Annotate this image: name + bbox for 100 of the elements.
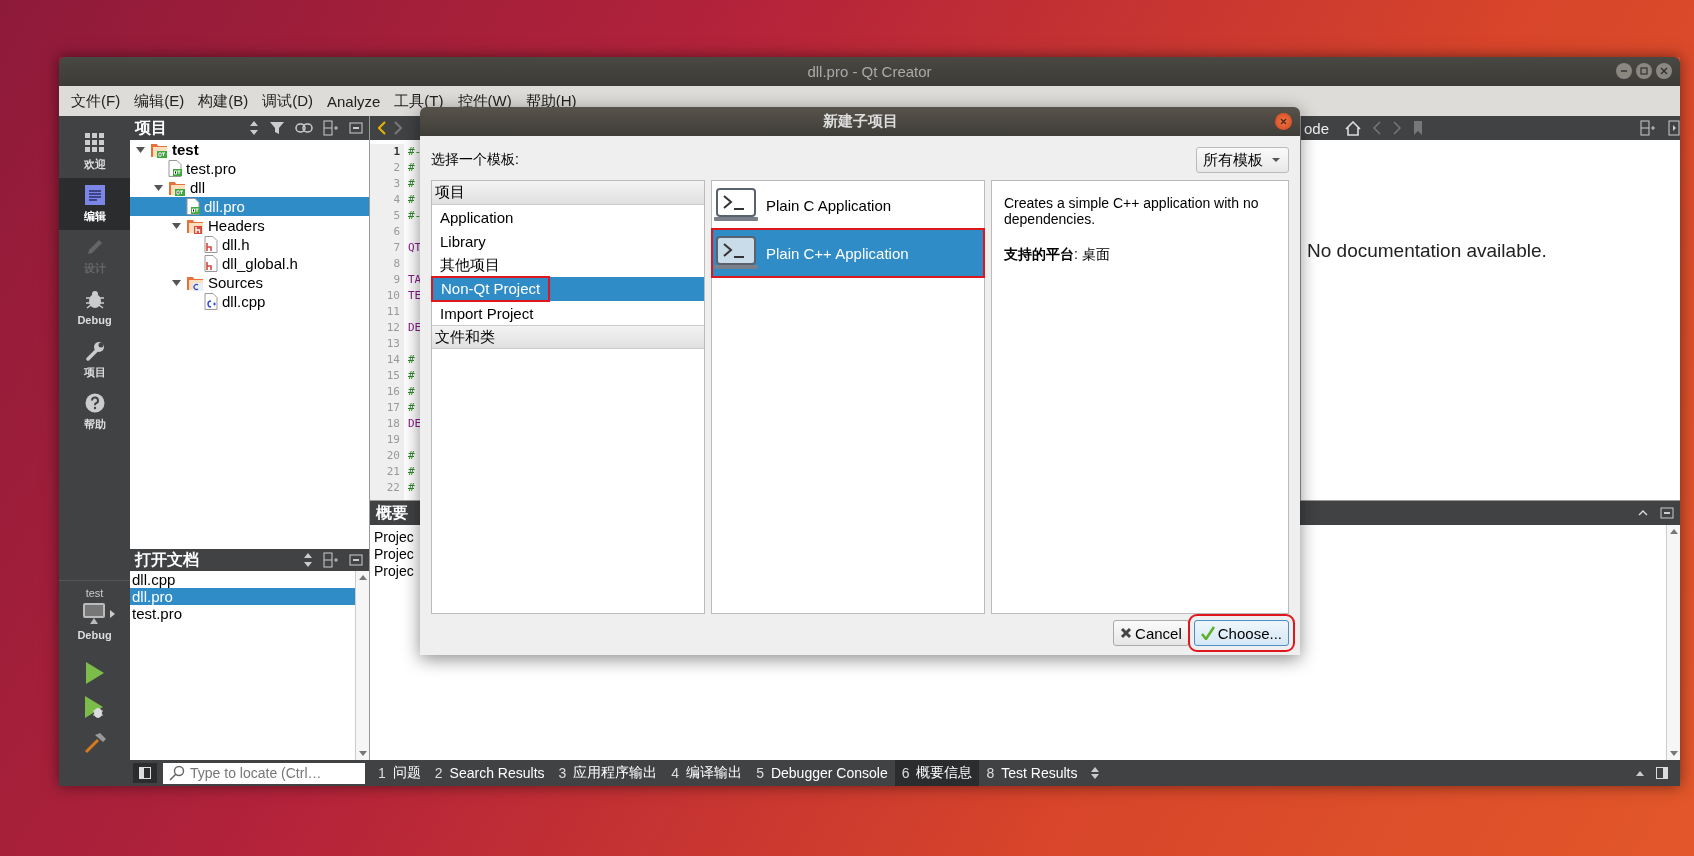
menu-item[interactable]: 控件(W): [450, 89, 519, 113]
code-text: DE: [408, 321, 422, 334]
line-number: 10: [385, 288, 400, 304]
tree-item[interactable]: dll.cpp: [130, 292, 369, 311]
tree-item[interactable]: dll.pro: [130, 197, 369, 216]
build-button[interactable]: [83, 732, 106, 754]
document-item[interactable]: dll.pro: [130, 588, 355, 605]
caret-up-icon: [1638, 510, 1648, 516]
sidebar-icon: [139, 767, 151, 779]
close-sidebar-button[interactable]: [1668, 120, 1680, 136]
template-item[interactable]: Plain C Application: [712, 181, 984, 229]
caret-icon: [1272, 158, 1280, 162]
line-number: 19: [385, 432, 400, 448]
locator-field[interactable]: Type to locate (Ctrl…: [163, 762, 365, 784]
tree-item[interactable]: Headers: [130, 216, 369, 235]
tree-item[interactable]: test.pro: [130, 159, 369, 178]
output-tab[interactable]: 2 Search Results: [427, 760, 552, 786]
sort-icon: [303, 552, 313, 568]
mode-button[interactable]: 编辑: [59, 178, 130, 230]
menu-item[interactable]: Analyze: [320, 90, 388, 112]
folder-icon: [186, 274, 204, 291]
mode-button[interactable]: 项目: [59, 334, 130, 386]
tree-item[interactable]: dll.h: [130, 235, 369, 254]
file-icon: [186, 198, 200, 215]
caret-up-icon: [1636, 770, 1644, 776]
more-tabs-button[interactable]: [1090, 767, 1099, 779]
pane-title: 概要: [376, 502, 408, 523]
template-item[interactable]: Plain C++ Application: [712, 229, 984, 277]
output-tab[interactable]: 6 概要信息: [894, 760, 980, 786]
template-filter-dropdown[interactable]: 所有模板: [1196, 147, 1289, 173]
line-number: 4: [392, 192, 400, 208]
split-button[interactable]: [321, 550, 341, 570]
search-icon: [169, 765, 185, 781]
line-number: 22: [385, 480, 400, 496]
debug-run-button[interactable]: [84, 696, 105, 720]
close-button[interactable]: [1275, 113, 1292, 130]
template-category-item[interactable]: Non-Qt Project: [432, 277, 704, 301]
output-tab[interactable]: 3 应用程序输出: [551, 760, 665, 786]
category-header: 文件和类: [432, 325, 704, 349]
document-item[interactable]: dll.cpp: [130, 571, 355, 588]
down-arrow-icon: [358, 751, 367, 756]
code-text: #: [408, 465, 415, 478]
line-number: 17: [385, 400, 400, 416]
line-number: 20: [385, 448, 400, 464]
target-selector[interactable]: [82, 602, 115, 626]
maximize-button[interactable]: [1638, 510, 1648, 516]
template-category-item[interactable]: Application: [432, 205, 704, 229]
mode-button[interactable]: 欢迎: [59, 126, 130, 178]
line-number: 8: [392, 256, 400, 272]
close-icon: [349, 554, 363, 566]
mode-button[interactable]: 帮助: [59, 386, 130, 438]
split-button[interactable]: [321, 118, 341, 138]
tree-item[interactable]: test: [130, 140, 369, 159]
bookmark-icon: [1413, 120, 1424, 136]
template-category-item[interactable]: Library: [432, 229, 704, 253]
back-button[interactable]: [378, 121, 386, 135]
window-title: dll.pro - Qt Creator: [807, 63, 932, 80]
code-text: #: [408, 481, 415, 494]
minimize-button[interactable]: [1616, 63, 1632, 79]
split-button[interactable]: [1640, 120, 1656, 136]
output-tab[interactable]: 5 Debugger Console: [749, 760, 895, 786]
document-item[interactable]: test.pro: [130, 605, 355, 622]
file-icon: [168, 160, 182, 177]
tree-item[interactable]: dll: [130, 178, 369, 197]
sidebar-icon: [1656, 767, 1668, 779]
maximize-icon: [1638, 65, 1650, 77]
toggle-sidebar-button[interactable]: [133, 763, 157, 783]
menu-item[interactable]: 调试(D): [255, 89, 320, 113]
line-number: 1: [392, 144, 400, 160]
toggle-right-sidebar-button[interactable]: [1656, 767, 1668, 779]
output-tab[interactable]: 8 Test Results: [979, 760, 1085, 786]
tree-item[interactable]: Sources: [130, 273, 369, 292]
split-icon: [323, 552, 339, 568]
menu-item[interactable]: 构建(B): [191, 89, 256, 113]
template-category-item[interactable]: Import Project: [432, 301, 704, 325]
home-button[interactable]: [1345, 120, 1362, 136]
output-tab[interactable]: 4 编译输出: [664, 760, 750, 786]
tree-item[interactable]: dll_global.h: [130, 254, 369, 273]
maximize-button[interactable]: [1636, 63, 1652, 79]
monitor-icon: [82, 602, 108, 626]
scrollbar[interactable]: [355, 571, 369, 760]
cross-icon: [1120, 627, 1133, 639]
output-tab[interactable]: 1 问题: [371, 760, 428, 786]
menu-item[interactable]: 文件(F): [64, 89, 128, 113]
close-icon: [1660, 507, 1674, 519]
run-button[interactable]: [85, 662, 104, 684]
show-output-button[interactable]: [1636, 770, 1644, 776]
close-button[interactable]: [1660, 507, 1674, 519]
scrollbar[interactable]: [1666, 525, 1680, 760]
mode-button[interactable]: Debug: [59, 282, 130, 334]
cancel-button[interactable]: Cancel: [1113, 620, 1189, 646]
expand-arrow-icon: [171, 222, 181, 229]
prompt-label: 选择一个模板:: [431, 151, 519, 169]
close-button[interactable]: [1656, 63, 1672, 79]
close-icon: [1658, 65, 1670, 77]
line-number: 15: [385, 368, 400, 384]
menu-item[interactable]: 编辑(E): [127, 89, 192, 113]
code-text: TE: [408, 289, 422, 302]
dialog-title: 新建子项目: [822, 112, 898, 131]
template-category-item[interactable]: 其他项目: [432, 253, 704, 277]
